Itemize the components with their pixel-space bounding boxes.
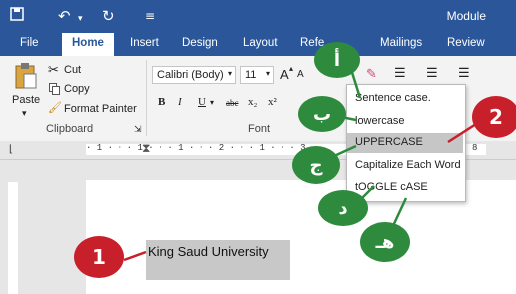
superscript-button[interactable]: x² <box>268 96 277 108</box>
clipboard-launcher-icon[interactable]: ⇲ <box>134 124 142 135</box>
tab-mailings[interactable]: Mailings <box>380 37 422 49</box>
callout-green-b: ب <box>298 96 346 132</box>
tab-insert[interactable]: Insert <box>130 37 159 49</box>
paste-button[interactable]: Paste <box>12 94 40 106</box>
format-painter-icon[interactable]: 🖌 <box>48 101 62 114</box>
tab-selector-icon[interactable]: ⌊ <box>9 144 13 155</box>
tab-design[interactable]: Design <box>182 37 218 49</box>
tab-home[interactable]: Home <box>62 33 114 56</box>
callout-red-1: 1 <box>74 236 124 278</box>
tab-review[interactable]: Review <box>447 37 485 49</box>
multilevel-list-icon[interactable]: ☰ <box>458 65 470 81</box>
paste-icon[interactable] <box>14 62 38 93</box>
change-case-menu: Sentence case. lowercase UPPERCASE Capit… <box>346 84 466 202</box>
indent-marker-icon[interactable]: ⧗ <box>142 141 150 156</box>
chevron-down-icon: ▾ <box>227 69 232 78</box>
callout-green-a: أ <box>314 42 360 78</box>
font-size-combo[interactable]: 11 ▾ <box>240 66 274 84</box>
tab-layout[interactable]: Layout <box>243 37 278 49</box>
redo-icon[interactable]: ↻ <box>102 6 115 26</box>
tab-file[interactable]: File <box>20 37 39 49</box>
ruler-marks: · 1 · ⋅ · 1 · ⋅ · 1 · ⋅ · 2 · ⋅ · 1 · ⋅ … <box>86 143 317 153</box>
numbering-icon[interactable]: ☰ <box>426 65 438 81</box>
format-painter-button[interactable]: Format Painter <box>64 103 137 115</box>
copy-button[interactable]: Copy <box>64 83 90 95</box>
bold-button[interactable]: B <box>158 96 165 108</box>
font-group-label: Font <box>248 123 271 135</box>
scissors-icon[interactable]: ✂ <box>48 62 59 78</box>
shrink-font-button[interactable]: A <box>297 69 304 80</box>
copy-icon[interactable] <box>49 83 61 98</box>
menu-item-capitalize-each-word[interactable]: Capitalize Each Word <box>347 156 463 176</box>
strikethrough-button[interactable]: abc <box>226 98 239 108</box>
font-name-combo[interactable]: Calibri (Body) ▾ <box>152 66 236 84</box>
selected-text[interactable]: King Saud University <box>146 240 290 280</box>
menu-item-sentence-case[interactable]: Sentence case. <box>347 89 463 109</box>
group-divider <box>146 60 147 136</box>
grow-font-button[interactable]: A <box>280 67 289 82</box>
menu-item-uppercase[interactable]: UPPERCASE <box>347 133 463 153</box>
customize-toolbar-icon[interactable]: ≡ <box>145 6 155 26</box>
ruler-end-mark: 8 <box>472 143 478 153</box>
grow-font-arrow-icon: ▴ <box>289 64 294 73</box>
callout-green-e: هـ <box>360 222 410 262</box>
save-icon[interactable] <box>10 6 24 26</box>
clipboard-group-label: Clipboard <box>46 123 94 135</box>
callout-green-d: د <box>318 190 368 226</box>
undo-icon[interactable]: ↶ <box>58 6 71 26</box>
vertical-ruler-text-area <box>8 182 18 294</box>
clear-formatting-icon[interactable]: ✎ <box>366 66 377 82</box>
window-title: Module <box>446 9 486 23</box>
menu-item-lowercase[interactable]: lowercase <box>347 112 463 132</box>
callout-green-c: ج <box>292 146 340 184</box>
undo-dropdown-icon[interactable]: ▾ <box>78 9 83 29</box>
menu-item-toggle-case[interactable]: tOGGLE cASE <box>347 178 463 198</box>
underline-dropdown-icon[interactable]: ▾ <box>210 98 214 107</box>
font-size-value: 11 <box>245 69 257 81</box>
paste-dropdown-icon[interactable]: ▾ <box>22 108 27 119</box>
callout-red-2: 2 <box>472 96 516 138</box>
title-bar: ↶ ▾ ↻ ≡ Module <box>0 0 516 33</box>
font-name-value: Calibri (Body) <box>157 69 224 81</box>
vertical-ruler[interactable] <box>0 160 24 294</box>
cut-button[interactable]: Cut <box>64 64 81 76</box>
underline-button[interactable]: U <box>198 96 206 108</box>
subscript-button[interactable]: x₂ <box>248 96 257 108</box>
bullets-icon[interactable]: ☰ <box>394 65 406 81</box>
italic-button[interactable]: I <box>178 96 182 108</box>
chevron-down-icon: ▾ <box>265 69 270 78</box>
ribbon-tabs: File Home Insert Design Layout Refe Mail… <box>0 33 516 56</box>
